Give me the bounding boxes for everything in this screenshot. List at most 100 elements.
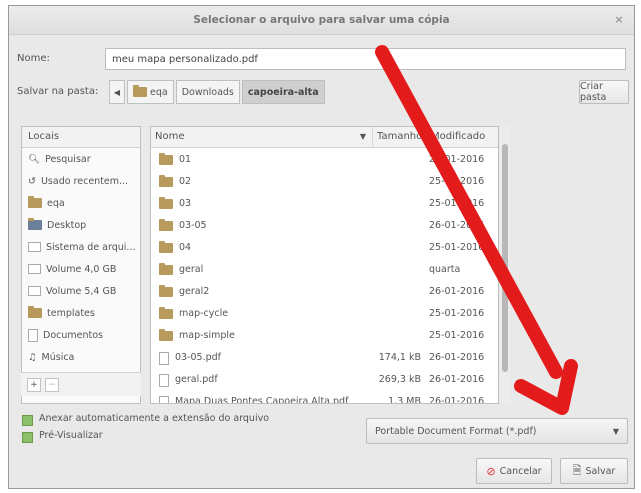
save-button[interactable]: 🗎 Salvar — [560, 458, 628, 484]
dialog-title: Selecionar o arquivo para salvar uma cóp… — [193, 14, 450, 26]
breadcrumb-back-button[interactable]: ◀ — [109, 80, 125, 104]
file-size-cell — [373, 193, 421, 215]
documents-icon — [28, 328, 38, 342]
drive-icon — [28, 286, 41, 296]
save-icon: 🗎 — [572, 463, 582, 477]
breadcrumb-capoeira-alta[interactable]: capoeira-alta — [241, 80, 325, 104]
music-icon: ♫ — [28, 351, 37, 363]
file-name-cell: 01 — [159, 149, 369, 171]
file-modified-cell: quarta — [429, 264, 461, 275]
auto-extension-checkbox[interactable] — [22, 415, 33, 426]
file-name-cell: 04 — [159, 237, 369, 259]
preview-checkbox[interactable] — [22, 432, 33, 443]
file-name-cell: geral — [159, 259, 369, 281]
file-row[interactable]: Mapa Duas Pontes Capoeira Alta.pdf 1,3 MB… — [151, 391, 498, 404]
file-row[interactable]: 03 25-01-2016 — [151, 193, 498, 215]
folder-icon — [159, 263, 173, 275]
file-name-cell: 03-05.pdf — [159, 347, 369, 369]
place-search[interactable]: 🔍︎ Pesquisar — [22, 148, 140, 170]
file-size-cell — [373, 171, 421, 193]
file-row[interactable]: map-cycle 25-01-2016 — [151, 303, 498, 325]
file-modified-cell: 26-01-2016 — [429, 154, 485, 165]
drive-icon — [28, 242, 41, 252]
file-row[interactable]: map-simple 25-01-2016 — [151, 325, 498, 347]
file-size-cell — [373, 281, 421, 303]
file-name-cell: 03 — [159, 193, 369, 215]
folder-icon — [159, 219, 173, 231]
file-type-select[interactable]: Portable Document Format (*.pdf) ▼ — [366, 418, 628, 444]
file-size-cell — [373, 237, 421, 259]
desktop-icon — [28, 218, 42, 230]
file-size-cell — [373, 303, 421, 325]
file-size-cell: 174,1 kB — [378, 352, 421, 363]
file-modified-cell: 26-01-2016 — [429, 220, 485, 231]
cancel-icon: ⊘ — [486, 464, 496, 478]
file-list-scrollbar[interactable] — [500, 126, 510, 404]
scrollbar-thumb[interactable] — [502, 144, 508, 372]
column-name[interactable]: Nome ▼ — [151, 127, 373, 147]
file-list-header: Nome ▼ Tamanho Modificado — [151, 127, 498, 148]
places-header: Locais — [22, 127, 140, 148]
recent-icon: ↺ — [28, 175, 36, 187]
pdf-file-icon — [159, 395, 169, 403]
file-row[interactable]: geral.pdf 269,3 kB 26-01-2016 — [151, 369, 498, 391]
folder-label: Salvar na pasta: — [17, 86, 99, 97]
column-size[interactable]: Tamanho — [373, 127, 427, 147]
file-modified-cell: 26-01-2016 — [429, 374, 485, 385]
close-icon[interactable]: × — [612, 6, 626, 34]
file-size-cell — [373, 325, 421, 347]
file-row[interactable]: 03-05 26-01-2016 — [151, 215, 498, 237]
folder-icon — [159, 329, 173, 341]
file-size-cell — [373, 259, 421, 281]
place-eqa[interactable]: eqa — [22, 192, 140, 214]
remove-place-button[interactable]: − — [45, 377, 59, 392]
chevron-down-icon: ▼ — [612, 426, 619, 436]
preview-label: Pré-Visualizar — [39, 430, 103, 441]
filename-input[interactable] — [105, 48, 626, 70]
file-type-value: Portable Document Format (*.pdf) — [375, 425, 537, 437]
breadcrumb-downloads[interactable]: Downloads — [175, 80, 240, 104]
file-list: Nome ▼ Tamanho Modificado 01 26-01-2016 02… — [150, 126, 499, 404]
file-row[interactable]: geral2 26-01-2016 — [151, 281, 498, 303]
file-row[interactable]: 03-05.pdf 174,1 kB 26-01-2016 — [151, 347, 498, 369]
folder-icon — [159, 285, 173, 297]
add-place-button[interactable]: + — [27, 377, 41, 392]
breadcrumb-eqa[interactable]: eqa — [127, 80, 174, 104]
pdf-file-icon — [159, 351, 169, 365]
column-modified[interactable]: Modificado — [427, 127, 498, 147]
file-size-cell: 1,3 MB — [388, 396, 421, 404]
place-recent[interactable]: ↺ Usado recentem... — [22, 170, 140, 192]
place-volume-5gb[interactable]: Volume 5,4 GB — [22, 280, 140, 302]
place-music[interactable]: ♫ Música — [22, 346, 140, 368]
file-row[interactable]: 02 25-01-2016 — [151, 171, 498, 193]
place-filesystem[interactable]: Sistema de arqui... — [22, 236, 140, 258]
folder-icon — [28, 306, 42, 318]
folder-icon — [159, 175, 173, 187]
search-icon: 🔍︎ — [28, 153, 41, 165]
file-row[interactable]: 01 26-01-2016 — [151, 149, 498, 171]
home-folder-icon — [133, 85, 147, 97]
drive-icon — [28, 264, 41, 274]
file-modified-cell: 25-01-2016 — [429, 308, 485, 319]
sort-descending-icon: ▼ — [359, 132, 366, 141]
file-name-cell: 03-05 — [159, 215, 369, 237]
breadcrumb: ◀ eqa Downloads capoeira-alta — [109, 80, 325, 104]
place-templates[interactable]: templates — [22, 302, 140, 324]
file-modified-cell: 25-01-2016 — [429, 176, 485, 187]
file-name-cell: Mapa Duas Pontes Capoeira Alta.pdf — [159, 391, 369, 403]
place-desktop[interactable]: Desktop — [22, 214, 140, 236]
file-row[interactable]: geral quarta — [151, 259, 498, 281]
dialog-titlebar: Selecionar o arquivo para salvar uma cóp… — [9, 6, 634, 35]
folder-icon — [159, 153, 173, 165]
place-volume-4gb[interactable]: Volume 4,0 GB — [22, 258, 140, 280]
cancel-button[interactable]: ⊘ Cancelar — [476, 458, 552, 484]
places-sidebar: Locais 🔍︎ Pesquisar ↺ Usado recentem... eq… — [21, 126, 141, 404]
place-documents[interactable]: Documentos — [22, 324, 140, 346]
home-folder-icon — [28, 196, 42, 208]
pdf-file-icon — [159, 373, 169, 387]
create-folder-button[interactable]: Criar pasta — [579, 80, 629, 104]
file-name-cell: geral.pdf — [159, 369, 369, 391]
file-row[interactable]: 04 25-01-2016 — [151, 237, 498, 259]
file-name-cell: map-simple — [159, 325, 369, 347]
folder-icon — [159, 307, 173, 319]
